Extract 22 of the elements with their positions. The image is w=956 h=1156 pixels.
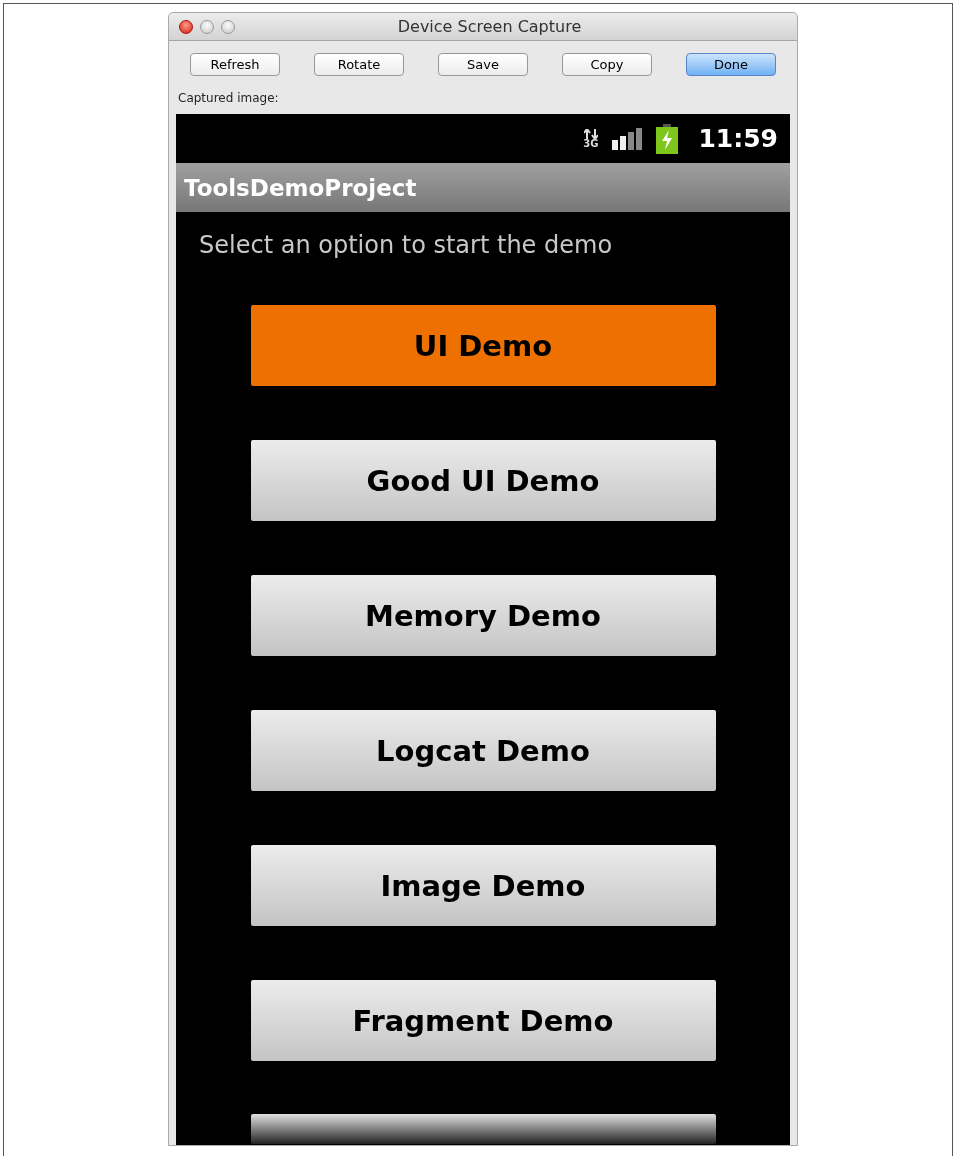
battery-icon	[656, 123, 679, 154]
app-title-bar: ToolsDemoProject	[176, 163, 790, 212]
demo-button[interactable]: UI Demo	[250, 305, 716, 386]
toolbar-button[interactable]: Copy	[562, 53, 652, 76]
demo-button[interactable]: Memory Demo	[250, 575, 716, 656]
data-arrows-icon	[583, 128, 598, 139]
demo-button[interactable]	[250, 1114, 716, 1144]
network-indicator: 3G	[583, 138, 599, 149]
demo-button[interactable]: Fragment Demo	[250, 980, 716, 1061]
default-button[interactable]: Done	[686, 53, 776, 76]
demo-button[interactable]: Image Demo	[250, 845, 716, 926]
demo-button[interactable]: Good UI Demo	[250, 440, 716, 521]
toolbar-button[interactable]: Rotate	[314, 53, 404, 76]
toolbar-button[interactable]: Refresh	[190, 53, 280, 76]
prompt-text: Select an option to start the demo	[198, 230, 614, 261]
caption-label: Captured image:	[177, 90, 280, 107]
demo-button[interactable]: Logcat Demo	[250, 710, 716, 791]
clock: 11:59	[698, 124, 778, 153]
toolbar-button[interactable]: Save	[438, 53, 528, 76]
signal-icon	[612, 127, 643, 150]
close-button[interactable]	[179, 19, 193, 34]
window-title: Device Screen Capture	[396, 17, 583, 36]
